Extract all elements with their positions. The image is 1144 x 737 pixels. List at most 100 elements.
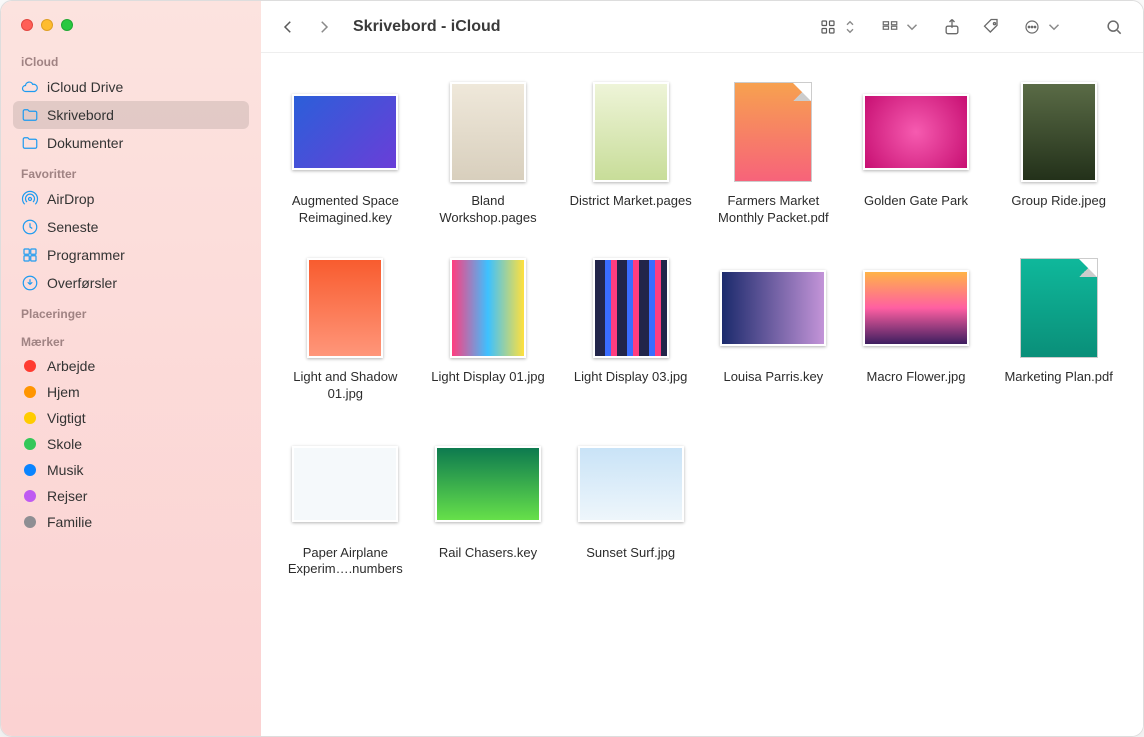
download-icon [21,274,39,292]
file-item[interactable]: Paper Airplane Experim….numbers [279,429,412,579]
file-item[interactable]: Bland Workshop.pages [422,77,555,227]
tag-dot-icon [24,490,36,502]
sidebar-item-label: Arbejde [47,358,95,374]
file-name: Group Ride.jpeg [1011,193,1106,210]
sidebar-tag-item[interactable]: Arbejde [13,353,249,379]
file-thumbnail [433,77,543,187]
sidebar-item-seneste[interactable]: Seneste [13,213,249,241]
chevron-up-down-icon [841,18,859,36]
sidebar-item-programmer[interactable]: Programmer [13,241,249,269]
zoom-button[interactable] [61,19,73,31]
minimize-button[interactable] [41,19,53,31]
sidebar-item-label: Vigtigt [47,410,86,426]
file-grid: Augmented Space Reimagined.key Bland Work… [261,53,1143,736]
file-item[interactable]: Marketing Plan.pdf [992,253,1125,403]
file-name: Light Display 01.jpg [431,369,544,386]
file-thumbnail [861,253,971,363]
tags-button[interactable] [977,14,1007,40]
sidebar-item-label: Programmer [47,247,125,263]
tag-dot-icon [24,360,36,372]
sidebar-tag-item[interactable]: Skole [13,431,249,457]
file-thumbnail [576,429,686,539]
forward-button[interactable] [311,14,337,40]
sidebar-tag-item[interactable]: Familie [13,509,249,535]
file-name: Rail Chasers.key [439,545,537,562]
group-by-button[interactable] [875,18,927,36]
file-item[interactable]: Light Display 01.jpg [422,253,555,403]
file-name: Farmers Market Monthly Packet.pdf [707,193,840,227]
tag-dot-icon [24,412,36,424]
file-item[interactable]: Golden Gate Park [850,77,983,227]
file-name: Bland Workshop.pages [422,193,555,227]
sidebar-section-title: Placeringer [13,297,249,325]
tag-dot-icon [24,516,36,528]
clock-icon [21,218,39,236]
file-name: District Market.pages [570,193,692,210]
file-item[interactable]: Group Ride.jpeg [992,77,1125,227]
file-thumbnail [290,253,400,363]
sidebar-item-overforsler[interactable]: Overførsler [13,269,249,297]
sidebar-section-title: Mærker [13,325,249,353]
cloud-icon [21,78,39,96]
file-name: Marketing Plan.pdf [1004,369,1112,386]
more-icon [1023,18,1041,36]
file-item[interactable]: Farmers Market Monthly Packet.pdf [707,77,840,227]
file-name: Louisa Parris.key [723,369,823,386]
sidebar-tag-item[interactable]: Vigtigt [13,405,249,431]
file-name: Light Display 03.jpg [574,369,687,386]
sidebar-item-label: Dokumenter [47,135,123,151]
file-thumbnail [290,429,400,539]
sidebar: iCloud iCloud Drive Skrivebord Dokumente… [1,1,261,736]
close-button[interactable] [21,19,33,31]
sidebar-item-dokumenter[interactable]: Dokumenter [13,129,249,157]
file-item[interactable]: Light Display 03.jpg [564,253,697,403]
file-thumbnail [1004,77,1114,187]
back-button[interactable] [275,14,301,40]
search-button[interactable] [1099,14,1129,40]
file-name: Sunset Surf.jpg [586,545,675,562]
file-thumbnail [290,77,400,187]
file-name: Golden Gate Park [864,193,968,210]
window-controls [21,19,249,31]
file-item[interactable]: Light and Shadow 01.jpg [279,253,412,403]
file-item[interactable]: District Market.pages [564,77,697,227]
tag-dot-icon [24,464,36,476]
chevron-down-icon [903,18,921,36]
sidebar-item-label: Rejser [47,488,87,504]
file-name: Augmented Space Reimagined.key [279,193,412,227]
file-item[interactable]: Louisa Parris.key [707,253,840,403]
file-item[interactable]: Rail Chasers.key [422,429,555,579]
sidebar-item-label: Overførsler [47,275,117,291]
sidebar-tag-item[interactable]: Hjem [13,379,249,405]
view-switcher[interactable] [813,18,865,36]
file-thumbnail [718,77,828,187]
sidebar-item-icloud-drive[interactable]: iCloud Drive [13,73,249,101]
sidebar-tag-item[interactable]: Musik [13,457,249,483]
file-thumbnail [1004,253,1114,363]
file-item[interactable]: Macro Flower.jpg [850,253,983,403]
tag-dot-icon [24,386,36,398]
sidebar-item-label: iCloud Drive [47,79,123,95]
toolbar: Skrivebord - iCloud [261,1,1143,53]
sidebar-item-skrivebord[interactable]: Skrivebord [13,101,249,129]
sidebar-section-title: Favoritter [13,157,249,185]
file-thumbnail [433,253,543,363]
tag-dot-icon [24,438,36,450]
file-thumbnail [718,253,828,363]
airdrop-icon [21,190,39,208]
main-area: Skrivebord - iCloud [261,1,1143,736]
folder-icon [21,134,39,152]
file-name: Macro Flower.jpg [867,369,966,386]
sidebar-item-airdrop[interactable]: AirDrop [13,185,249,213]
group-icon [881,18,899,36]
chevron-down-icon [1045,18,1063,36]
file-item[interactable]: Sunset Surf.jpg [564,429,697,579]
share-button[interactable] [937,14,967,40]
sidebar-tag-item[interactable]: Rejser [13,483,249,509]
file-item[interactable]: Augmented Space Reimagined.key [279,77,412,227]
sidebar-section-title: iCloud [13,45,249,73]
icon-view-icon [819,18,837,36]
action-menu-button[interactable] [1017,18,1069,36]
file-name: Paper Airplane Experim….numbers [279,545,412,579]
sidebar-item-label: Seneste [47,219,98,235]
